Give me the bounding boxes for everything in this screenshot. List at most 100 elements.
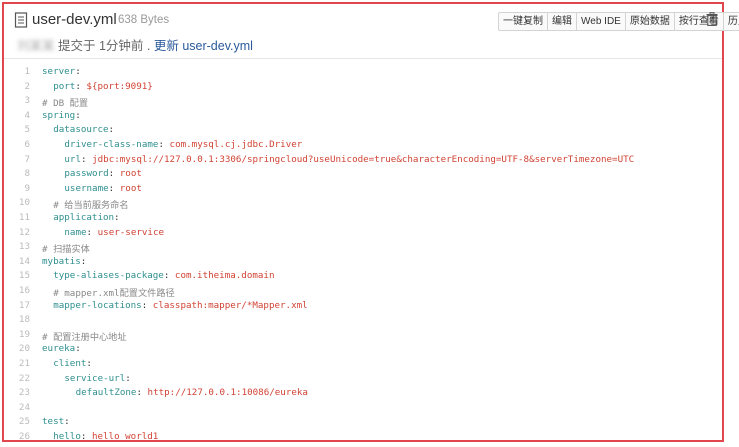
yaml-comment: # 配置注册中心地址	[42, 331, 127, 343]
line-content: service-url:	[64, 372, 131, 384]
code-line: 15 type-aliases-package: com.itheima.doma…	[4, 270, 722, 285]
line-number: 12	[18, 226, 30, 238]
yaml-key: driver-class-name	[64, 139, 159, 150]
line-number: 17	[18, 299, 30, 311]
trash-icon[interactable]	[706, 12, 718, 26]
yaml-value: user-service	[97, 226, 165, 238]
line-number: 11	[18, 212, 30, 223]
yaml-key: application	[53, 212, 115, 223]
line-number: 22	[18, 372, 30, 384]
code-line: 2 port: ${port:9091}	[4, 81, 722, 96]
line-number: 25	[18, 416, 30, 428]
yaml-key: hello	[53, 431, 81, 442]
yaml-comment: # 给当前服务命名	[53, 200, 129, 212]
history-button[interactable]: 历史	[722, 12, 739, 31]
line-content: eureka:	[42, 343, 81, 355]
code-line: 1 server:	[4, 66, 722, 81]
line-number: 15	[18, 270, 30, 282]
line-content: spring:	[42, 109, 81, 121]
yaml-key: type-aliases-package	[53, 270, 164, 282]
code-line: 9 username: root	[4, 183, 722, 198]
line-content: name: user-service	[64, 226, 165, 238]
yaml-key: test	[42, 416, 65, 428]
yaml-key: mybatis	[42, 255, 81, 267]
line-number: 18	[18, 314, 30, 326]
code-line: 5 datasource:	[4, 124, 722, 139]
line-content: defaultZone: http://127.0.0.1:10086/eure…	[75, 387, 308, 399]
edit-button[interactable]: 编辑	[547, 12, 577, 31]
code-line: 14 mybatis:	[4, 256, 722, 271]
line-number: 13	[18, 241, 30, 253]
line-number: 21	[18, 358, 30, 369]
code-line: 18	[4, 314, 722, 329]
line-content: client:	[53, 358, 92, 369]
yaml-key: mapper-locations	[53, 299, 142, 311]
yaml-key: service-url	[64, 372, 126, 384]
code-view[interactable]: 1 server: 2 port: ${port:9091} 3 # DB 配置 4 spri…	[4, 64, 722, 442]
line-content: hello: hello world1	[53, 431, 159, 442]
raw-button[interactable]: 原始数据	[624, 12, 675, 31]
commit-author[interactable]: 刘某某	[17, 35, 55, 54]
line-number: 4	[24, 109, 30, 121]
code-line: 8 password: root	[4, 168, 722, 183]
yaml-value: com.mysql.cj.jdbc.Driver	[169, 139, 303, 150]
line-number: 26	[18, 431, 30, 442]
line-content: username: root	[64, 182, 142, 194]
line-number: 2	[24, 80, 30, 92]
code-line: 4 spring:	[4, 110, 722, 125]
code-line: 23 defaultZone: http://127.0.0.1:10086/eu…	[4, 387, 722, 402]
code-line: 10 # 给当前服务命名	[4, 197, 722, 212]
code-line: 11 application:	[4, 212, 722, 227]
code-line: 20 eureka:	[4, 343, 722, 358]
yaml-comment: # mapper.xml配置文件路径	[53, 288, 175, 299]
code-line: 24	[4, 402, 722, 417]
line-number: 16	[18, 285, 30, 296]
yaml-key: eureka	[42, 343, 76, 355]
file-size: 638 Bytes	[118, 14, 170, 26]
line-content: # DB 配置	[42, 95, 88, 109]
code-line: 21 client:	[4, 358, 722, 373]
line-content: application:	[53, 212, 120, 223]
line-number: 23	[18, 387, 30, 399]
line-number: 9	[24, 182, 30, 194]
commit-info: 刘某某 提交于 1分钟前 . 更新 user-dev.yml	[17, 35, 253, 54]
yaml-key: url	[64, 153, 81, 165]
line-number: 20	[18, 343, 30, 355]
file-viewer-panel: user-dev.yml 638 Bytes 刘某某 提交于 1分钟前 . 更新…	[2, 2, 739, 442]
code-line: 3 # DB 配置	[4, 95, 722, 110]
web-ide-button[interactable]: Web IDE	[576, 12, 626, 31]
commit-text: 提交于 1分钟前 .	[58, 39, 154, 53]
file-text-icon	[14, 12, 28, 28]
copy-all-button[interactable]: 一键复制	[498, 12, 548, 31]
line-number: 8	[24, 168, 30, 180]
code-line: 13 # 扫描实体	[4, 241, 722, 256]
yaml-key: password	[64, 168, 109, 180]
yaml-value: hello world1	[91, 431, 159, 442]
yaml-key: defaultZone	[75, 387, 137, 399]
line-number: 6	[24, 139, 30, 150]
file-name: user-dev.yml	[32, 11, 117, 28]
yaml-value: ${port:9091}	[86, 80, 153, 92]
line-number: 24	[18, 401, 30, 413]
yaml-key: server	[42, 66, 76, 77]
code-line: 16 # mapper.xml配置文件路径	[4, 285, 722, 300]
line-number: 19	[18, 328, 30, 340]
code-line: 22 service-url:	[4, 373, 722, 388]
line-content: port: ${port:9091}	[53, 80, 153, 92]
yaml-value: classpath:mapper/*Mapper.xml	[152, 299, 308, 311]
yaml-value: http://127.0.0.1:10086/eureka	[147, 387, 308, 399]
line-number: 1	[24, 66, 30, 77]
line-content: # 配置注册中心地址	[42, 329, 127, 343]
line-content: # 给当前服务命名	[53, 197, 128, 211]
code-line: 26 hello: hello world1	[4, 431, 722, 446]
yaml-key: spring	[42, 109, 76, 121]
line-number: 10	[18, 197, 30, 209]
yaml-key: username	[64, 182, 109, 194]
yaml-key: port	[53, 80, 76, 92]
line-content: url: jdbc:mysql://127.0.0.1:3306/springc…	[64, 153, 635, 165]
line-content: # 扫描实体	[42, 241, 90, 255]
commit-message-link[interactable]: 更新 user-dev.yml	[154, 39, 253, 53]
yaml-value: jdbc:mysql://127.0.0.1:3306/springcloud?…	[92, 153, 635, 165]
line-content: server:	[42, 66, 81, 77]
line-content: test:	[42, 416, 70, 428]
